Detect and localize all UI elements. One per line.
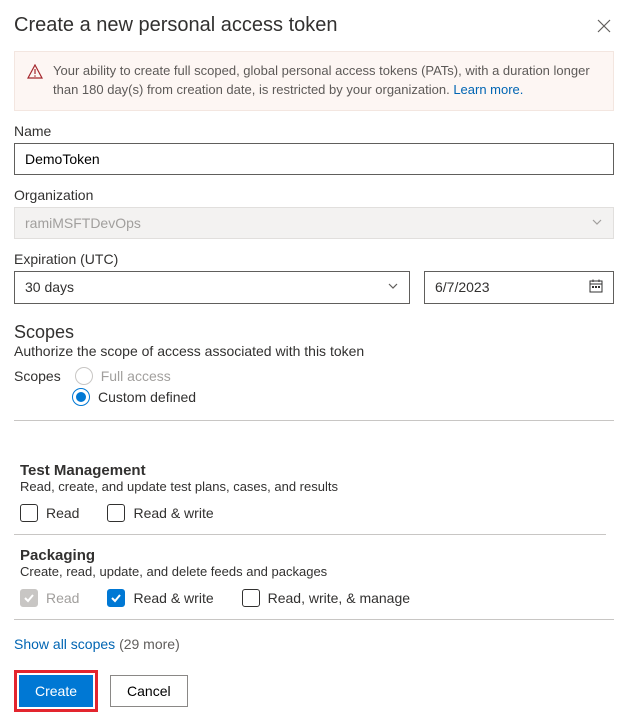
scope-radio-custom-label: Custom defined	[98, 389, 196, 405]
scopes-radio-label: Scopes	[14, 368, 61, 384]
expiration-date-picker[interactable]: 6/7/2023	[424, 271, 614, 304]
permission-checkbox: Read	[20, 589, 79, 607]
checkbox-icon	[107, 589, 125, 607]
create-button[interactable]: Create	[19, 675, 93, 707]
organization-label: Organization	[14, 187, 614, 203]
permission-label: Read	[46, 590, 79, 606]
expiration-label: Expiration (UTC)	[14, 251, 614, 267]
close-button[interactable]	[594, 16, 614, 36]
scope-group-name: Test Management	[20, 462, 600, 479]
warning-icon	[27, 64, 43, 100]
checkbox-icon	[242, 589, 260, 607]
scope-group-description: Read, create, and update test plans, cas…	[20, 479, 600, 494]
checkbox-icon	[20, 589, 38, 607]
cancel-button[interactable]: Cancel	[110, 675, 188, 707]
permission-label: Read, write, & manage	[268, 590, 410, 606]
learn-more-link[interactable]: Learn more.	[453, 82, 523, 97]
name-label: Name	[14, 123, 614, 139]
permission-label: Read & write	[133, 590, 213, 606]
expiration-date-value: 6/7/2023	[435, 279, 490, 295]
calendar-icon	[589, 279, 603, 296]
chevron-down-icon	[591, 215, 603, 231]
name-input[interactable]	[14, 143, 614, 175]
permission-checkbox[interactable]: Read, write, & manage	[242, 589, 410, 607]
permission-label: Read	[46, 505, 79, 521]
scope-radio-custom[interactable]	[72, 388, 90, 406]
create-highlight: Create	[14, 670, 98, 712]
organization-select: ramiMSFTDevOps	[14, 207, 614, 239]
permission-label: Read & write	[133, 505, 213, 521]
scope-group-test-management: Test Management Read, create, and update…	[14, 450, 606, 534]
close-icon	[597, 19, 611, 33]
dialog-title: Create a new personal access token	[14, 14, 338, 37]
permission-checkbox[interactable]: Read	[20, 504, 79, 522]
show-all-scopes-count: (29 more)	[119, 636, 180, 652]
scope-list[interactable]: Test Management Read, create, and update…	[14, 420, 614, 620]
scope-radio-full-label: Full access	[101, 368, 171, 384]
expiration-duration-value: 30 days	[25, 279, 74, 295]
scopes-description: Authorize the scope of access associated…	[14, 343, 614, 359]
scope-group-name: Packaging	[20, 547, 600, 564]
permission-checkbox[interactable]: Read & write	[107, 504, 213, 522]
scopes-title: Scopes	[14, 322, 614, 343]
scope-group-packaging: Packaging Create, read, update, and dele…	[14, 534, 606, 619]
checkbox-icon	[107, 504, 125, 522]
show-all-scopes-link[interactable]: Show all scopes	[14, 636, 115, 652]
chevron-down-icon	[387, 279, 399, 295]
organization-value: ramiMSFTDevOps	[25, 215, 141, 231]
permission-checkbox[interactable]: Read & write	[107, 589, 213, 607]
scope-radio-full	[75, 367, 93, 385]
scope-group-description: Create, read, update, and delete feeds a…	[20, 564, 600, 579]
checkbox-icon	[20, 504, 38, 522]
warning-banner: Your ability to create full scoped, glob…	[14, 51, 614, 111]
expiration-duration-select[interactable]: 30 days	[14, 271, 410, 304]
